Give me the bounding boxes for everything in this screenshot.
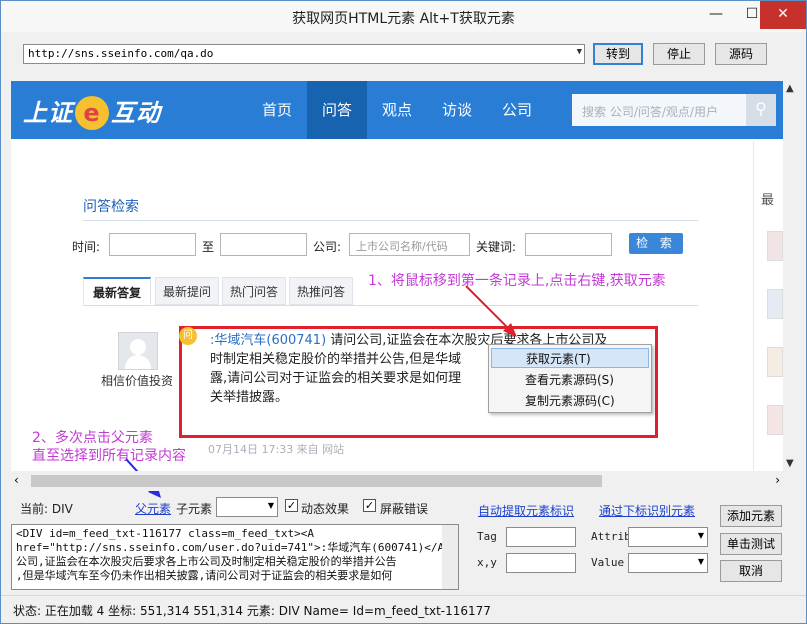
keyword-label: 关键词: [476, 240, 517, 254]
parent-element-link[interactable]: 父元素 [135, 500, 171, 517]
vertical-scrollbar[interactable]: ▲ ▼ [783, 81, 801, 471]
annotation-step-2-line-1: 2、多次点击父元素 [32, 430, 153, 446]
search-icon[interactable]: ⚲ [746, 94, 776, 126]
tabs-divider [83, 305, 698, 306]
nav-companies[interactable]: 公司 [487, 81, 547, 139]
code-line-3: 公司,证监会在本次股灾后要求各上市公司及时制定相关稳定股价的举措并公告 [16, 555, 397, 568]
menu-get-element[interactable]: 获取元素(T) [491, 348, 649, 368]
code-line-1: <DIV id=m_feed_txt-116177 class=m_feed_t… [16, 527, 315, 540]
menu-copy-element-source[interactable]: 复制元素源码(C) [491, 391, 649, 411]
current-element-label: 当前: DIV [20, 502, 73, 516]
child-element-label: 子元素 [176, 502, 213, 516]
view-source-button[interactable]: 源码 [715, 43, 767, 65]
post-meta: 07月14日 17:33 来自 网站 [208, 443, 345, 456]
attrib-select[interactable]: ▼ [628, 527, 708, 547]
side-logo-3[interactable] [767, 347, 783, 377]
element-source-textarea[interactable]: <DIV id=m_feed_txt-116177 class=m_feed_t… [11, 524, 459, 590]
tab-hot-qa[interactable]: 热门问答 [222, 277, 286, 305]
side-logo-1[interactable] [767, 231, 783, 261]
click-test-button[interactable]: 单击测试 [720, 533, 782, 555]
start-date-input[interactable] [109, 233, 196, 256]
chevron-down-icon[interactable]: ▼ [577, 47, 582, 57]
qa-search-title: 问答检索 [83, 199, 139, 215]
nav-opinions[interactable]: 观点 [367, 81, 427, 139]
company-label: 公司: [313, 240, 342, 254]
xy-input[interactable] [506, 553, 576, 573]
side-logo-2[interactable] [767, 289, 783, 319]
stop-button[interactable]: 停止 [653, 43, 705, 65]
block-errors-label: 屏蔽错误 [380, 502, 429, 516]
go-button[interactable]: 转到 [593, 43, 643, 65]
tab-latest-answers[interactable]: 最新答复 [83, 277, 151, 305]
chevron-down-icon: ▼ [267, 501, 274, 510]
cancel-button[interactable]: 取消 [720, 560, 782, 582]
address-bar-row: http://sns.sseinfo.com/qa.do ▼ 转到 停止 源码 [1, 39, 806, 69]
dynamic-effect-checkbox[interactable]: ✓ [285, 499, 298, 512]
dynamic-effect-label: 动态效果 [301, 502, 350, 516]
attrib-label: Attrib [591, 530, 631, 543]
child-element-select[interactable]: ▼ [216, 497, 278, 517]
close-button[interactable]: ✕ [760, 1, 806, 29]
tab-latest-questions[interactable]: 最新提问 [155, 277, 219, 305]
nav-interviews[interactable]: 访谈 [427, 81, 487, 139]
recognize-by-index-link[interactable]: 通过下标识别元素 [599, 502, 695, 519]
logo-text-1: 上证 [23, 99, 73, 127]
scroll-up-icon[interactable]: ▲ [786, 83, 794, 94]
keyword-input[interactable] [525, 233, 612, 256]
scrollbar-thumb[interactable] [31, 475, 602, 487]
source-scrollbar[interactable] [442, 525, 458, 589]
window-title: 获取网页HTML元素 Alt+T获取元素 [292, 11, 515, 27]
chevron-down-icon: ▼ [697, 531, 704, 540]
logo-text-2: 互动 [111, 99, 161, 127]
title-bar: 获取网页HTML元素 Alt+T获取元素 — ☐ ✕ [1, 1, 806, 32]
menu-view-element-source[interactable]: 查看元素源码(S) [491, 370, 649, 390]
end-date-input[interactable] [220, 233, 307, 256]
code-line-2: href="http://sns.sseinfo.com/user.do?uid… [16, 541, 459, 554]
search-button[interactable]: 检 索 [629, 233, 683, 254]
url-input[interactable]: http://sns.sseinfo.com/qa.do ▼ [23, 44, 585, 64]
nav-home[interactable]: 首页 [247, 81, 307, 139]
url-text: http://sns.sseinfo.com/qa.do [28, 47, 214, 60]
xy-label: x,y [477, 556, 497, 569]
tag-input[interactable] [506, 527, 576, 547]
right-column-divider [753, 141, 754, 471]
side-logo-4[interactable] [767, 405, 783, 435]
auto-extract-link[interactable]: 自动提取元素标识 [478, 502, 574, 519]
scroll-left-icon[interactable]: ‹ [14, 473, 19, 487]
time-label: 时间: [72, 240, 101, 254]
scroll-down-icon[interactable]: ▼ [786, 458, 794, 469]
avatar[interactable] [118, 332, 158, 370]
site-header: 上证 e 互动 首页 问答 观点 访谈 公司 搜索 公司/问答/观点/用户 ⚲ [11, 81, 783, 139]
side-column-label: 最 [761, 193, 775, 208]
site-search-input[interactable]: 搜索 公司/问答/观点/用户 [572, 94, 746, 126]
minimize-button[interactable]: — [698, 1, 734, 29]
horizontal-scrollbar[interactable]: ‹ › [11, 471, 783, 491]
value-select[interactable]: ▼ [628, 553, 708, 573]
block-errors-checkbox[interactable]: ✓ [363, 499, 376, 512]
value-label: Value [591, 556, 625, 569]
code-line-4: ,但是华域汽车至今仍未作出相关披露,请问公司对于证监会的相关要求是如何 [16, 569, 393, 582]
tag-label: Tag [477, 530, 497, 543]
scroll-right-icon[interactable]: › [775, 473, 780, 487]
section-divider [83, 220, 698, 221]
question-icon: 问 [179, 327, 197, 345]
app-window: 获取网页HTML元素 Alt+T获取元素 — ☐ ✕ http://sns.ss… [0, 0, 807, 624]
tab-featured-qa[interactable]: 热推问答 [289, 277, 353, 305]
username[interactable]: 相信价值投资 [101, 373, 173, 390]
avatar-body [125, 355, 151, 369]
logo-e-icon: e [75, 96, 109, 130]
nav-qa[interactable]: 问答 [307, 81, 367, 139]
add-element-button[interactable]: 添加元素 [720, 505, 782, 527]
chevron-down-icon: ▼ [697, 557, 704, 566]
site-logo[interactable]: 上证 e 互动 [23, 93, 161, 130]
status-bar: 状态: 正在加载 4 坐标: 551,314 551,314 元素: DIV N… [1, 595, 806, 623]
to-label: 至 [202, 240, 215, 254]
context-menu: 获取元素(T) 查看元素源码(S) 复制元素源码(C) [488, 344, 652, 413]
company-input[interactable]: 上市公司名称/代码 [349, 233, 470, 256]
avatar-head [130, 339, 146, 355]
